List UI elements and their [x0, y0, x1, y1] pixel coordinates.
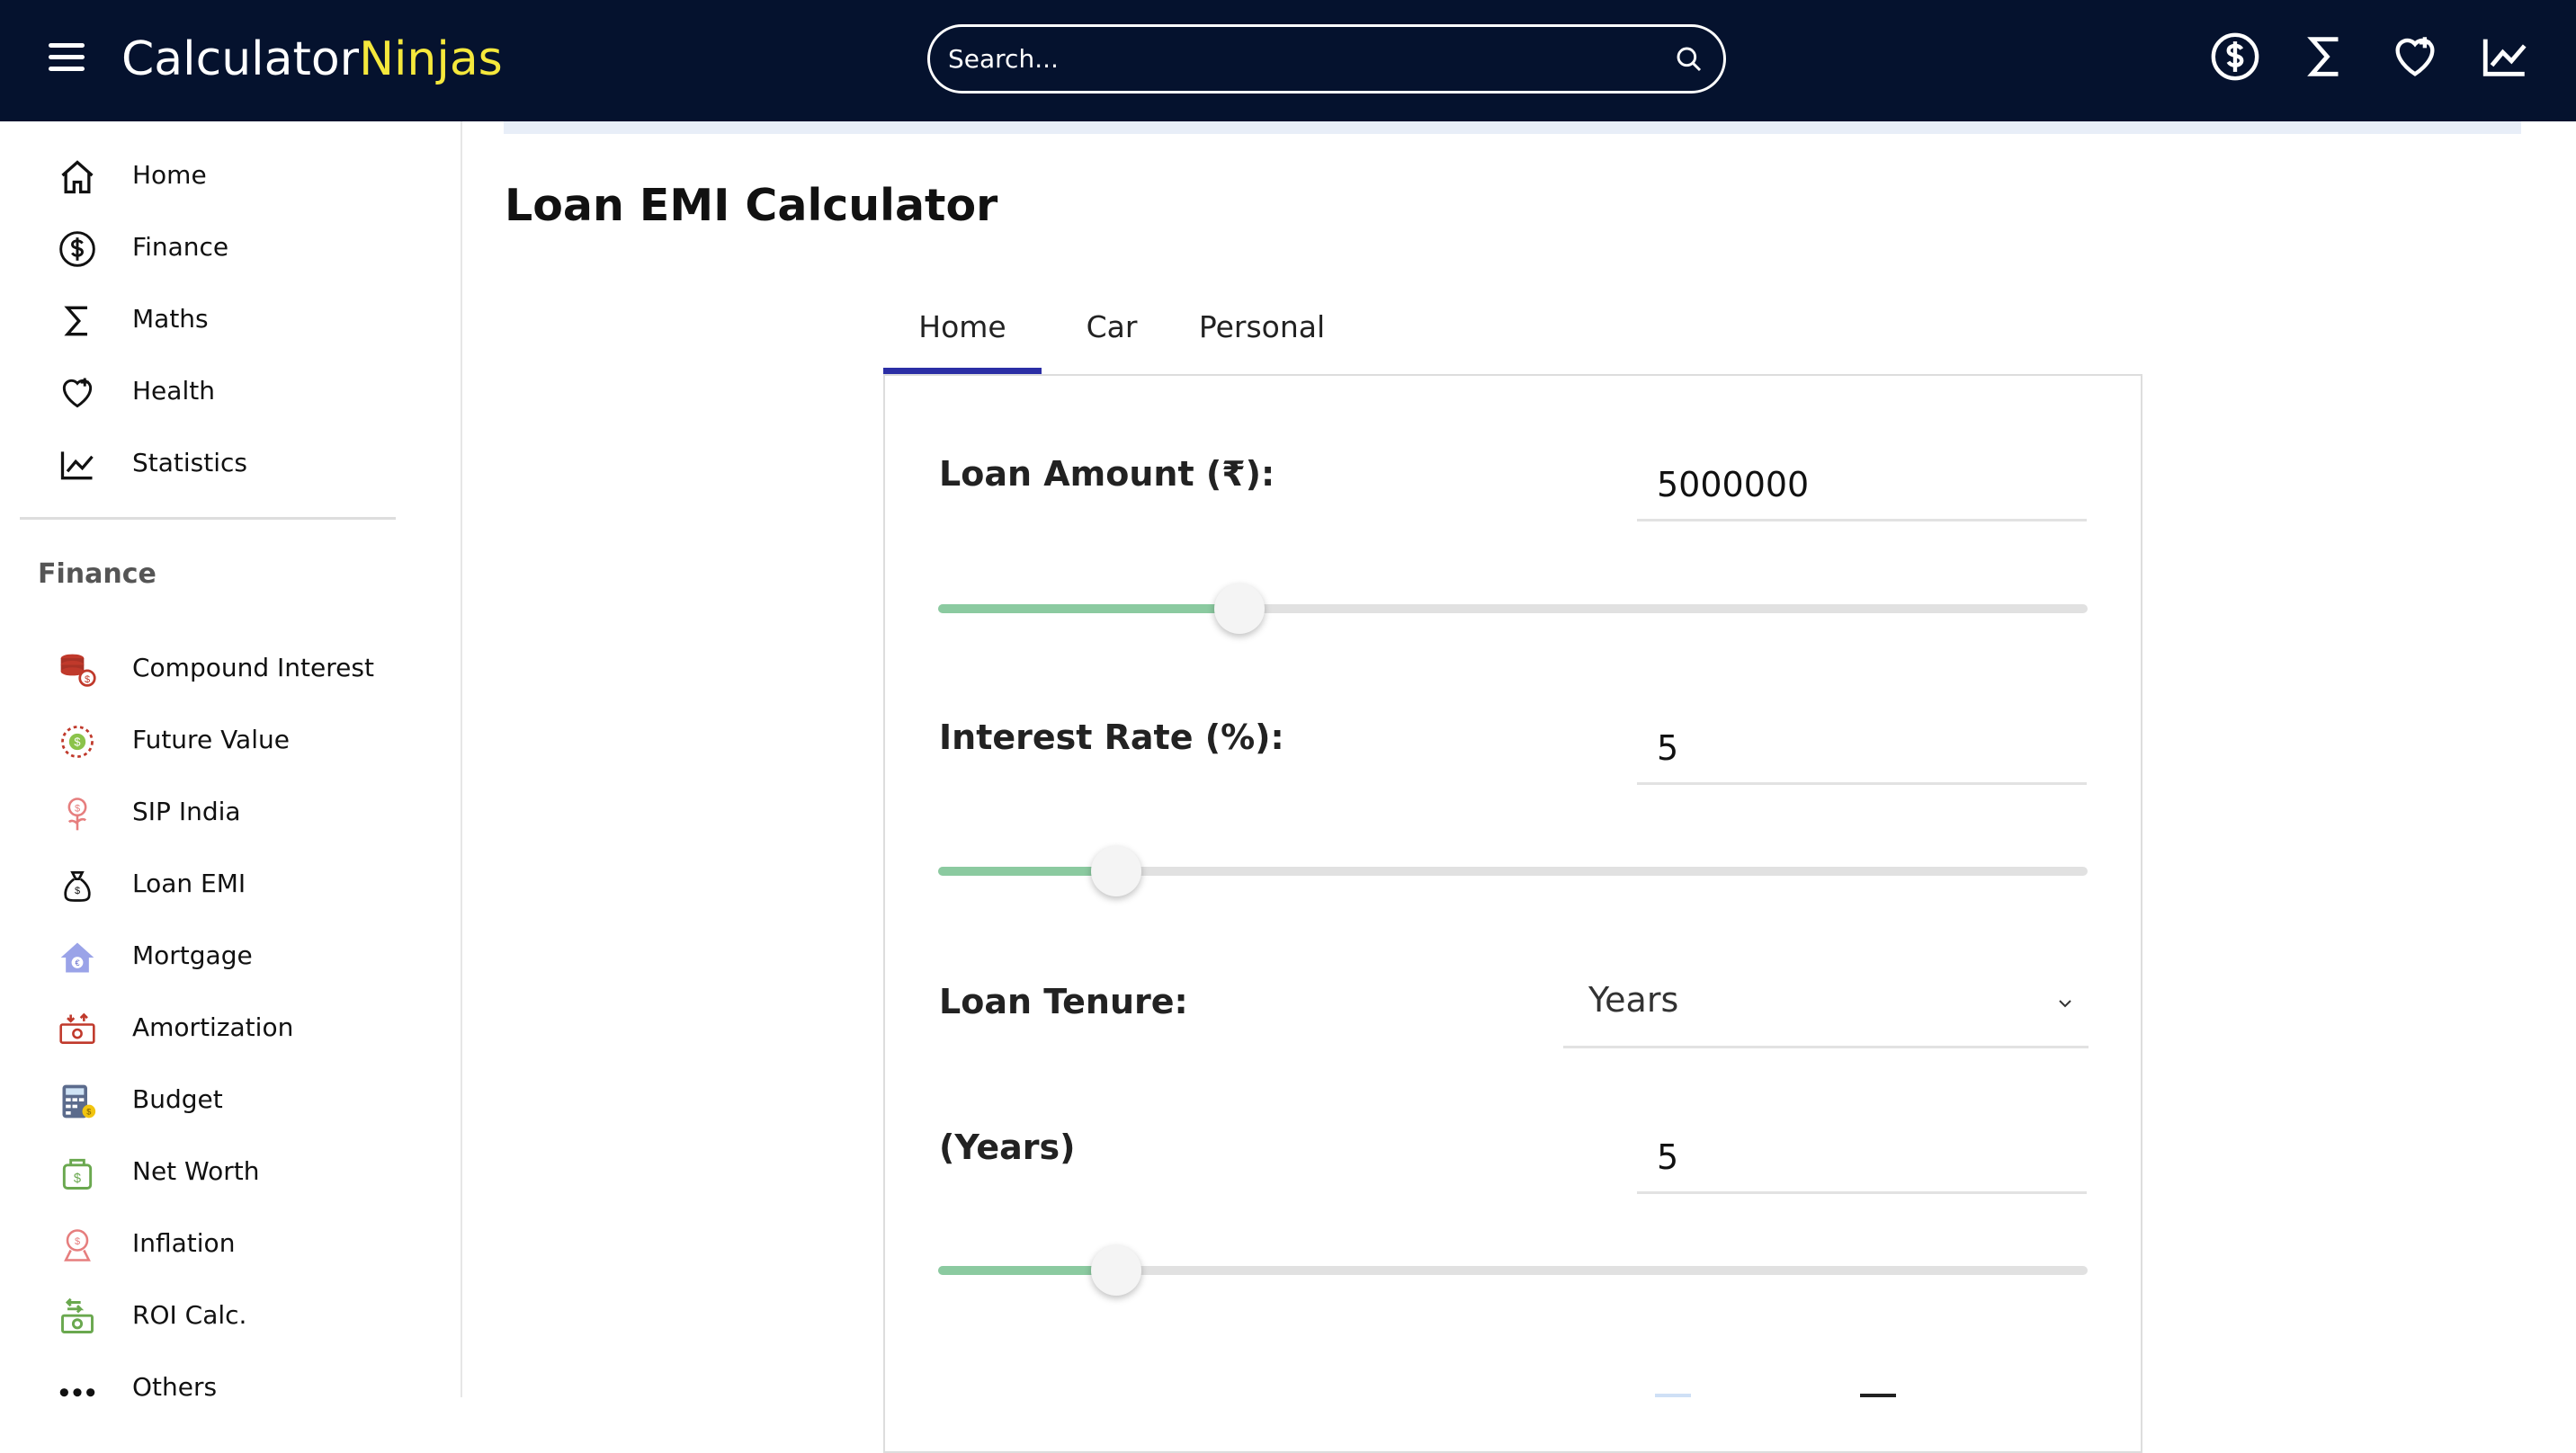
dollar-circle-icon[interactable]	[2209, 29, 2261, 85]
sidebar-divider	[20, 517, 396, 520]
sigma-icon	[64, 306, 87, 336]
sidebar-item-label: ROI Calc.	[132, 1300, 247, 1330]
logo-text-part1: Calculator	[121, 32, 360, 86]
sidebar-item-label: Statistics	[132, 448, 247, 477]
years-slider[interactable]	[938, 1245, 2088, 1296]
sidebar-item-sip-india[interactable]: $ SIP India	[0, 776, 462, 848]
top-banner-strip	[504, 121, 2521, 134]
loan-amount-label: Loan Amount (₹):	[939, 454, 1275, 494]
money-plant-icon: $	[67, 798, 87, 831]
chevron-down-icon	[2059, 1000, 2071, 1008]
slider-fill	[938, 867, 1117, 876]
sidebar-item-label: Home	[132, 160, 207, 190]
interest-rate-label: Interest Rate (%):	[939, 718, 1284, 757]
cash-return-icon	[61, 1297, 94, 1333]
sidebar-item-others[interactable]: Others	[0, 1351, 462, 1423]
sidebar-item-future-value[interactable]: $ Future Value	[0, 704, 462, 776]
sidebar-item-label: Health	[132, 376, 215, 406]
banknote-icon	[59, 1012, 95, 1044]
sidebar-item-loan-emi[interactable]: $ Loan EMI	[0, 848, 462, 920]
home-icon	[61, 160, 94, 194]
loan-amount-input[interactable]	[1637, 450, 2087, 521]
sidebar-item-budget[interactable]: $ Budget	[0, 1064, 462, 1136]
svg-text:$: $	[74, 735, 80, 749]
interest-rate-input[interactable]	[1637, 713, 2087, 785]
sidebar-item-mortgage[interactable]: € Mortgage	[0, 920, 462, 992]
sidebar-item-label: Mortgage	[132, 940, 253, 970]
slider-thumb[interactable]	[1091, 846, 1142, 896]
partial-element	[1860, 1394, 1896, 1397]
sidebar-item-roi-calc[interactable]: ROI Calc.	[0, 1279, 462, 1351]
svg-text:€: €	[75, 958, 79, 967]
years-label: (Years)	[939, 1128, 1076, 1167]
hamburger-menu-icon[interactable]	[49, 43, 85, 74]
page-title: Loan EMI Calculator	[505, 180, 998, 231]
more-dots-icon	[59, 1388, 95, 1397]
logo-text-part2: Ninjas	[359, 32, 503, 86]
sidebar-item-label: Budget	[132, 1084, 223, 1114]
sidebar-item-inflation[interactable]: $ Inflation	[0, 1208, 462, 1279]
chart-line-icon[interactable]	[2479, 29, 2531, 85]
slider-fill	[938, 604, 1239, 613]
sidebar-item-statistics[interactable]: Statistics	[0, 427, 462, 499]
top-header: CalculatorNinjas	[0, 0, 2576, 121]
site-logo[interactable]: CalculatorNinjas	[121, 31, 503, 88]
slider-fill	[938, 1266, 1117, 1275]
chart-line-icon	[60, 451, 94, 480]
tab-home[interactable]: Home	[883, 297, 1042, 374]
loan-amount-slider[interactable]	[938, 584, 2088, 634]
interest-rate-slider[interactable]	[938, 846, 2088, 896]
svg-text:$: $	[74, 1172, 81, 1186]
heart-plus-icon[interactable]	[2389, 29, 2441, 85]
sidebar-item-finance[interactable]: Finance	[0, 211, 462, 283]
wallet-dollar-icon: $	[62, 1158, 93, 1190]
years-input[interactable]	[1637, 1122, 2087, 1194]
sidebar-item-net-worth[interactable]: $ Net Worth	[0, 1136, 462, 1208]
tab-personal[interactable]: Personal	[1180, 297, 1344, 374]
inflation-icon: $	[64, 1229, 91, 1261]
search-icon[interactable]	[1675, 45, 1704, 74]
search-box	[927, 24, 1726, 94]
sidebar-item-label: Others	[132, 1372, 218, 1402]
sidebar-item-label: Loan EMI	[132, 869, 246, 898]
sidebar-item-label: Amortization	[132, 1012, 294, 1042]
sidebar-item-health[interactable]: Health	[0, 355, 462, 427]
calculator-card	[883, 374, 2142, 1453]
svg-text:$: $	[75, 803, 80, 814]
svg-text:$: $	[75, 1236, 80, 1247]
header-category-icons	[2209, 29, 2531, 85]
sidebar-item-label: Maths	[132, 304, 209, 334]
sidebar-item-compound-interest[interactable]: $ Compound Interest	[0, 632, 462, 704]
sidebar-item-label: Inflation	[132, 1228, 236, 1258]
loan-tenure-label: Loan Tenure:	[939, 982, 1188, 1021]
sidebar-item-label: Net Worth	[132, 1156, 260, 1186]
slider-thumb[interactable]	[1091, 1245, 1142, 1296]
partial-element	[1655, 1394, 1691, 1397]
sidebar: Home Finance Maths Health Statistics Fin…	[0, 121, 462, 1402]
sidebar-item-maths[interactable]: Maths	[0, 283, 462, 355]
sidebar-item-label: SIP India	[132, 797, 241, 826]
coin-stack-icon: $	[60, 654, 96, 687]
sidebar-item-home[interactable]: Home	[0, 139, 462, 211]
svg-text:$: $	[75, 886, 80, 896]
sigma-icon[interactable]	[2299, 29, 2351, 85]
tab-car[interactable]: Car	[1060, 297, 1164, 374]
money-bag-icon: $	[64, 870, 91, 902]
house-euro-icon: €	[60, 942, 94, 973]
sidebar-item-label: Finance	[132, 232, 229, 262]
slider-thumb[interactable]	[1213, 584, 1265, 634]
dollar-circle-icon	[59, 231, 95, 267]
svg-text:$: $	[86, 1108, 91, 1117]
sidebar-item-amortization[interactable]: Amortization	[0, 992, 462, 1064]
calculator-icon: $	[62, 1084, 96, 1119]
svg-text:$: $	[85, 674, 90, 685]
sidebar-item-label: Compound Interest	[132, 653, 374, 682]
heart-plus-icon	[62, 378, 93, 408]
tenure-unit-select[interactable]: Years	[1563, 960, 2089, 1048]
target-coin-icon: $	[61, 726, 94, 758]
sidebar-item-label: Future Value	[132, 725, 290, 754]
search-input[interactable]	[948, 27, 1650, 91]
sidebar-section-heading: Finance	[38, 558, 157, 590]
tenure-unit-value: Years	[1588, 980, 1679, 1020]
